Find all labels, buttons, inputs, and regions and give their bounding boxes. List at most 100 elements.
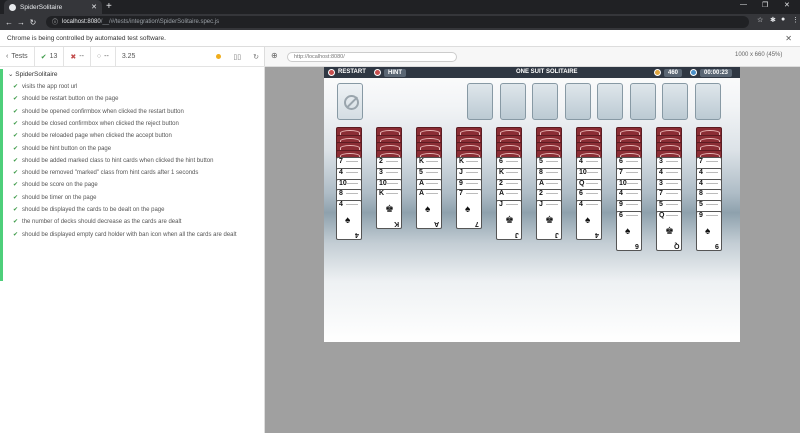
playing-card[interactable]: 4 ♠ 4: [336, 200, 362, 241]
playing-card[interactable]: K ♚ K: [376, 189, 402, 230]
card-rank: 5: [659, 201, 663, 209]
card-rank-bottom: 4: [355, 231, 359, 239]
check-icon: ✔: [13, 207, 19, 213]
test-item[interactable]: ✔ should be reloaded page when clicked th…: [13, 131, 172, 142]
test-item[interactable]: ✔ should be restart button on the page: [13, 94, 118, 105]
test-item[interactable]: ✔ visits the app root url: [13, 82, 77, 93]
aut-panel: ⊕ http://localhost:8080/ 1000 x 660 (45%…: [265, 47, 800, 433]
test-item[interactable]: ✔ should be timer on the page: [13, 193, 96, 204]
empty-stock-holder[interactable]: [337, 83, 363, 120]
new-tab-button[interactable]: +: [106, 1, 112, 13]
minimize-icon[interactable]: —: [740, 1, 747, 8]
selector-playground-icon[interactable]: ⊕: [271, 51, 278, 60]
card-pips: [546, 171, 558, 173]
card-rank: J: [499, 201, 503, 209]
restart-button[interactable]: RESTART: [328, 67, 366, 78]
card-pips: [346, 204, 358, 206]
tableau-pile[interactable]: 7 4 10 8 4 ♠ 4: [336, 127, 362, 252]
foundation-slot: [662, 83, 688, 120]
maximize-icon[interactable]: ❐: [762, 1, 768, 9]
tableau-pile[interactable]: 6 7 10 4 9 6 ♠ 6: [616, 127, 642, 252]
test-item[interactable]: ✔ should be closed confirmbox when clicke…: [13, 119, 179, 130]
tableau-pile[interactable]: 7 4 4 8 5 9 ♠ 9: [696, 127, 722, 252]
test-title: should be added marked class to hint car…: [22, 157, 214, 164]
test-title: should be restart button on the page: [22, 96, 119, 103]
playing-card[interactable]: 7 ♠ 7: [456, 189, 482, 230]
test-item[interactable]: ✔ should be removed "marked" class from h…: [13, 168, 198, 179]
tests-link[interactable]: ‹ Tests: [0, 46, 35, 67]
playing-card[interactable]: 9 ♠ 9: [696, 211, 722, 251]
card-rank: 4: [339, 201, 343, 209]
playing-card[interactable]: 6 ♠ 6: [616, 211, 642, 251]
hint-button[interactable]: HINT: [374, 67, 406, 78]
tableau-pile[interactable]: 5 8 A 2 J ♚ J: [536, 127, 562, 252]
profile-icon[interactable]: ●: [781, 16, 785, 23]
card-rank: 3: [659, 158, 663, 165]
spade-icon: ♚: [505, 215, 514, 227]
star-icon[interactable]: ☆: [757, 16, 763, 24]
menu-icon[interactable]: ⋮: [792, 16, 799, 24]
viewport-scale: (45%): [766, 52, 783, 58]
test-title: should be closed confirmbox when clicked…: [22, 120, 179, 127]
back-icon[interactable]: ←: [3, 18, 15, 27]
card-rank: 6: [619, 212, 623, 219]
pending-value: --: [104, 53, 109, 60]
test-item[interactable]: ✔ should be displayed the cards to be dea…: [13, 205, 164, 216]
aut-url: http://localhost:8080/: [287, 52, 457, 62]
playing-card[interactable]: 4 ♠ 4: [576, 200, 602, 241]
rerun-icon[interactable]: ↻: [253, 53, 259, 61]
tableau-pile[interactable]: 4 10 Q 6 4 ♠ 4: [576, 127, 602, 252]
reload-icon[interactable]: ↻: [27, 18, 39, 27]
tableau-pile[interactable]: 2 3 10 K ♚ K: [376, 127, 402, 252]
spade-icon: ♠: [425, 204, 431, 216]
test-item[interactable]: ✔ should be hint button on the page: [13, 144, 111, 155]
tableau-pile[interactable]: 3 4 3 7 5 Q ♚ Q: [656, 127, 682, 252]
suite-title[interactable]: ⌄ SpiderSolitaire: [8, 69, 58, 81]
foundation-slot: [694, 83, 721, 120]
site-info-icon[interactable]: ⓘ: [52, 17, 58, 26]
hint-label: HINT: [384, 68, 406, 77]
test-item[interactable]: ✔ should be opened confirmbox when clicke…: [13, 107, 184, 118]
playing-card[interactable]: J ♚ J: [496, 200, 522, 241]
card-rank: J: [539, 201, 543, 209]
playing-card[interactable]: Q ♚ Q: [656, 211, 682, 251]
tableau-pile[interactable]: 6 K 2 A J ♚ J: [496, 127, 522, 252]
test-item[interactable]: ✔ should be score on the page: [13, 180, 98, 191]
tableau-pile[interactable]: K J 9 7 ♠ 7: [456, 127, 482, 252]
tableau-pile[interactable]: K 5 A A ♠ A: [416, 127, 442, 252]
card-pips: [466, 193, 478, 195]
test-item[interactable]: ✔ the number of decks should decrease as …: [13, 217, 181, 228]
forward-icon[interactable]: →: [15, 18, 27, 27]
restart-label: RESTART: [338, 69, 366, 75]
hint-icon: [374, 69, 381, 76]
stop-icon[interactable]: ▯▯: [233, 53, 241, 61]
card-rank-bottom: Q: [673, 242, 679, 249]
close-window-icon[interactable]: ✕: [784, 1, 790, 9]
infobar-close-icon[interactable]: ✕: [785, 34, 792, 43]
address-bar[interactable]: ⓘ localhost:8080/__/#/tests/integration\…: [46, 15, 749, 28]
card-rank-bottom: 7: [475, 220, 479, 228]
chevron-left-icon: ‹: [6, 53, 9, 60]
card-pips: [426, 182, 438, 184]
card-rank-bottom: A: [433, 220, 439, 228]
card-rank: K: [499, 168, 505, 176]
extensions-icon[interactable]: ✱: [770, 16, 776, 24]
check-icon: ✔: [13, 194, 19, 201]
card-pips: [346, 193, 358, 195]
url-host: localhost:8080: [62, 18, 101, 25]
test-item[interactable]: ✔ should be displayed empty card holder w…: [13, 230, 237, 241]
duration-value: 3.25: [121, 53, 136, 60]
card-rank: 4: [659, 168, 663, 176]
test-item[interactable]: ✔ should be added marked class to hint ca…: [13, 156, 213, 167]
playing-card[interactable]: J ♚ J: [536, 200, 562, 241]
card-pips: [586, 193, 598, 195]
card-pips: [586, 204, 598, 206]
spade-icon: ♚: [665, 226, 674, 237]
test-title: should be removed "marked" class from hi…: [22, 170, 199, 177]
tab-close-icon[interactable]: ✕: [91, 3, 97, 11]
card-rank: 6: [619, 158, 623, 165]
browser-tab[interactable]: SpiderSolitaire ✕: [4, 0, 102, 14]
card-pips: [706, 215, 718, 216]
playing-card[interactable]: A ♠ A: [416, 189, 442, 230]
card-pips: [426, 171, 438, 173]
